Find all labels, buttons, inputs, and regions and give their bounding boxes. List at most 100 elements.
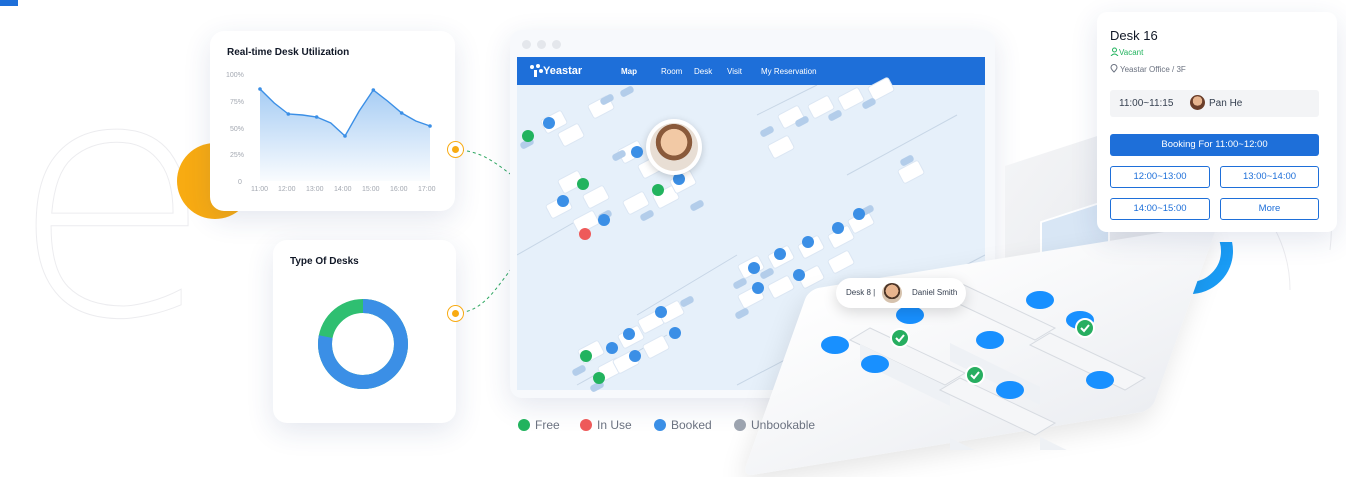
connector-node-bottom — [448, 306, 463, 321]
desk-name: Desk 16 — [1110, 28, 1158, 43]
desk-utilization-card: Real-time Desk Utilization 100% 75% 50% … — [210, 31, 455, 211]
map-desk-status-dot[interactable] — [748, 262, 760, 274]
legend-label-unbookable: Unbookable — [751, 418, 816, 432]
map-desk-status-dot[interactable] — [557, 195, 569, 207]
map-desk-status-dot[interactable] — [522, 130, 534, 142]
legend-dot-unbookable — [734, 419, 746, 431]
nav-room[interactable]: Room — [661, 67, 682, 76]
yeastar-logo-icon — [530, 64, 543, 77]
map-desk-status-dot[interactable] — [655, 306, 667, 318]
slot-button-1300[interactable]: 13:00~14:00 — [1220, 166, 1319, 188]
nav-visit[interactable]: Visit — [727, 67, 742, 76]
map-desk-status-dot[interactable] — [853, 208, 865, 220]
map-desk-status-dot[interactable] — [577, 178, 589, 190]
desk-location: Yeastar Office / 3F — [1120, 65, 1186, 74]
current-booking-time: 11:00~11:15 — [1119, 98, 1174, 109]
map-desk-status-dot[interactable] — [598, 214, 610, 226]
brand-bar-top-left — [0, 0, 18, 6]
window-control-2[interactable] — [537, 40, 546, 49]
vacant-icon — [1110, 47, 1119, 56]
utilization-point — [258, 87, 262, 91]
utilization-area-chart — [258, 87, 432, 181]
x-tick-1200: 12:00 — [278, 186, 296, 193]
map-desk-status-dot[interactable] — [580, 350, 592, 362]
map-desk-status-dot[interactable] — [606, 342, 618, 354]
y-tick-100: 100% — [226, 72, 244, 79]
x-tick-1600: 16:00 — [390, 186, 408, 193]
legend-dot-free — [518, 419, 530, 431]
booking-primary-button[interactable]: Booking For 11:00~12:00 — [1110, 134, 1319, 156]
desk-types-donut-chart — [318, 299, 408, 389]
desk8-label: Desk 8 | — [846, 288, 876, 297]
slot-button-1400[interactable]: 14:00~15:00 — [1110, 198, 1210, 220]
x-tick-1400: 14:00 — [334, 186, 352, 193]
legend-label-in-use: In Use — [597, 418, 632, 432]
nav-desk[interactable]: Desk — [694, 67, 712, 76]
map-desk-status-dot[interactable] — [752, 282, 764, 294]
office-chair — [1086, 371, 1114, 389]
x-tick-1300: 13:00 — [306, 186, 324, 193]
current-booking-user: Pan He — [1209, 98, 1243, 109]
checkmark-icon — [1075, 318, 1095, 338]
utilization-point — [343, 134, 347, 138]
utilization-point — [286, 112, 291, 116]
y-tick-25: 25% — [230, 152, 245, 159]
map-desk-status-dot[interactable] — [623, 328, 635, 340]
y-tick-50: 50% — [230, 126, 245, 133]
map-desk-status-dot[interactable] — [543, 117, 555, 129]
booking-card: Desk 16 Vacant Yeastar Office / 3F 11:00… — [1097, 12, 1337, 232]
office-chair — [976, 331, 1004, 349]
utilization-point — [428, 124, 432, 128]
avatar-icon — [1190, 95, 1205, 110]
utilization-point — [371, 88, 376, 92]
map-desk-status-dot[interactable] — [629, 350, 641, 362]
office-workstations — [821, 282, 1147, 450]
map-user-avatar[interactable] — [646, 119, 702, 175]
legend-dot-booked — [654, 419, 666, 431]
y-tick-75: 75% — [230, 99, 245, 106]
slot-button-more[interactable]: More — [1220, 198, 1319, 220]
map-brand-label: Yeastar — [543, 65, 583, 77]
office-chair — [1026, 291, 1054, 309]
window-control-3[interactable] — [552, 40, 561, 49]
checkmark-icon — [890, 328, 910, 348]
map-desk-status-dot[interactable] — [579, 228, 591, 240]
nav-map[interactable]: Map — [621, 67, 637, 76]
desk-types-card: Type Of Desks — [273, 240, 456, 423]
avatar-icon — [650, 123, 698, 171]
window-control-1[interactable] — [522, 40, 531, 49]
nav-my-reservation[interactable]: My Reservation — [761, 67, 817, 76]
x-tick-1100: 11:00 — [251, 186, 268, 193]
connector-node-top — [448, 142, 463, 157]
legend-dot-in-use — [580, 419, 592, 431]
legend-label-free: Free — [535, 418, 560, 432]
pin-icon — [1110, 64, 1118, 73]
office-chair — [896, 306, 924, 324]
utilization-point — [314, 115, 319, 119]
desk-types-title: Type Of Desks — [290, 256, 359, 267]
desk-status: Vacant — [1119, 48, 1144, 57]
office-chair — [861, 355, 889, 373]
legend-label-booked: Booked — [671, 418, 712, 432]
map-desk-status-dot[interactable] — [832, 222, 844, 234]
avatar-icon — [882, 283, 902, 303]
desk8-person: Daniel Smith — [912, 288, 958, 297]
y-tick-0: 0 — [238, 179, 242, 186]
map-desk-status-dot[interactable] — [774, 248, 786, 260]
slot-button-1200[interactable]: 12:00~13:00 — [1110, 166, 1210, 188]
checkmark-icon — [965, 365, 985, 385]
current-booking-row: 11:00~11:15 Pan He — [1110, 90, 1319, 117]
map-desk-status-dot[interactable] — [593, 372, 605, 384]
workstation-divider — [950, 438, 1040, 450]
workstation-divider — [1040, 436, 1130, 450]
x-tick-1700: 17:00 — [418, 186, 436, 193]
office-chair — [821, 336, 849, 354]
map-desk-status-dot[interactable] — [631, 146, 643, 158]
x-tick-1500: 15:00 — [362, 186, 380, 193]
map-desk-status-dot[interactable] — [652, 184, 664, 196]
map-nav-bar — [517, 57, 985, 85]
office-chair — [996, 381, 1024, 399]
map-desk-status-dot[interactable] — [669, 327, 681, 339]
desk8-popup[interactable]: Desk 8 | Daniel Smith — [836, 278, 966, 308]
desk-utilization-title: Real-time Desk Utilization — [227, 47, 350, 58]
